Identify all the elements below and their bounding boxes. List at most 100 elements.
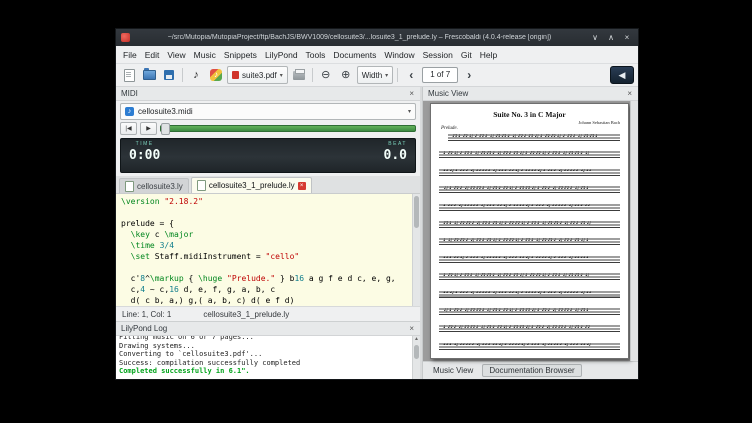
menu-item-git[interactable]: Git: [457, 48, 476, 62]
music-view-panel: Music View × Suite No. 3 in C Major Joha…: [422, 87, 638, 379]
music-system: [439, 238, 620, 245]
minimize-icon[interactable]: ∨: [589, 33, 601, 42]
close-icon[interactable]: ×: [408, 89, 415, 98]
play-button[interactable]: ▶: [140, 122, 157, 135]
music-document-chooser[interactable]: suite3.pdf ▾: [227, 66, 288, 84]
music-bottom-tabs: Music ViewDocumentation Browser: [423, 361, 638, 379]
menu-item-window[interactable]: Window: [380, 48, 418, 62]
code-line: \key c \major: [121, 229, 412, 240]
code-line: prelude = {: [121, 218, 412, 229]
bottom-tab-music-view[interactable]: Music View: [427, 365, 479, 376]
log-output[interactable]: Fitting music on 6 or 7 pages...Drawing …: [116, 336, 412, 379]
score-section-label: Prelude.: [441, 126, 620, 131]
engrave-preview-button[interactable]: ♪: [187, 66, 205, 84]
menu-item-lilypond[interactable]: LilyPond: [261, 48, 302, 62]
chevron-down-icon: ▾: [280, 72, 283, 79]
music-view-header[interactable]: Music View ×: [423, 87, 638, 101]
previous-page-button[interactable]: ‹: [402, 66, 420, 84]
zoom-mode-combo[interactable]: Width ▾: [357, 66, 393, 84]
log-panel-header[interactable]: LilyPond Log ×: [116, 322, 420, 336]
menu-item-help[interactable]: Help: [476, 48, 501, 62]
toolbar-separator: [182, 68, 183, 82]
new-document-icon: [124, 69, 135, 82]
music-view-scrollbar[interactable]: [630, 101, 638, 361]
tab-label: cellosuite3_1_prelude.ly: [209, 181, 295, 190]
open-document-button[interactable]: [140, 66, 158, 84]
code-line: c,4 ~ c,16 d, e, f, g, a, b, c: [121, 284, 412, 295]
close-icon[interactable]: ×: [408, 324, 415, 333]
print-button[interactable]: [290, 66, 308, 84]
page-indicator[interactable]: 1 of 7: [422, 67, 458, 83]
log-line: Drawing systems...: [119, 342, 409, 351]
close-icon[interactable]: ×: [298, 182, 306, 190]
scroll-up-icon[interactable]: ▲: [413, 336, 420, 343]
log-line: Success: compilation successfully comple…: [119, 359, 409, 368]
menubar: FileEditViewMusicSnippetsLilyPondToolsDo…: [116, 46, 638, 64]
new-document-button[interactable]: [120, 66, 138, 84]
scrollbar-thumb[interactable]: [414, 345, 419, 359]
close-icon[interactable]: ×: [621, 33, 633, 42]
music-system: [439, 308, 620, 315]
window-title: ~/src/Mutopia/MutopiaProject/ftp/BachJS/…: [134, 34, 585, 41]
close-icon[interactable]: ×: [626, 89, 633, 98]
rewind-button[interactable]: |◀: [120, 122, 137, 135]
menu-item-session[interactable]: Session: [419, 48, 457, 62]
menu-item-documents[interactable]: Documents: [329, 48, 380, 62]
midi-file-selector[interactable]: ♪ cellosuite3.midi ▾: [120, 103, 416, 120]
music-view-area[interactable]: Suite No. 3 in C Major Johann Sebastian …: [423, 101, 638, 361]
open-folder-icon: [143, 70, 156, 80]
midi-panel-header[interactable]: MIDI ×: [116, 87, 420, 101]
code-line: \set Staff.midiInstrument = "cello": [121, 251, 412, 262]
midi-position-slider[interactable]: [160, 125, 416, 132]
editor-tab[interactable]: cellosuite3.ly: [119, 178, 189, 193]
save-document-button[interactable]: [160, 66, 178, 84]
menu-item-tools[interactable]: Tools: [302, 48, 330, 62]
slider-handle[interactable]: [161, 123, 170, 135]
log-lines: Fitting music on 6 or 7 pages...Drawing …: [119, 336, 409, 376]
save-icon: [164, 70, 174, 80]
staff-container: [439, 132, 620, 353]
code-line: c'8^\markup { \huge "Prelude." } b16 a g…: [121, 273, 412, 284]
menu-item-music[interactable]: Music: [190, 48, 220, 62]
scrollbar-thumb[interactable]: [632, 103, 637, 151]
zoom-in-button[interactable]: ⊕: [337, 66, 355, 84]
back-button[interactable]: ◀: [610, 66, 634, 84]
menu-item-view[interactable]: View: [163, 48, 189, 62]
left-pane: MIDI × ♪ cellosuite3.midi ▾ |◀ ▶: [116, 87, 420, 379]
midi-panel-body: ♪ cellosuite3.midi ▾ |◀ ▶: [116, 101, 420, 176]
toolbar: ♪ ♪ suite3.pdf ▾ ⊖ ⊕ Width ▾ ‹ 1 of 7 › …: [116, 64, 638, 87]
lcd-beat: BEAT 0.0: [384, 141, 407, 171]
scrollbar-thumb[interactable]: [414, 196, 419, 228]
status-filename: cellosuite3_1_prelude.ly: [203, 310, 289, 319]
engrave-publish-button[interactable]: ♪: [207, 66, 225, 84]
menu-item-snippets[interactable]: Snippets: [220, 48, 261, 62]
music-system: [439, 343, 620, 350]
editor-area: \version "2.18.2" prelude = { \key c \ma…: [116, 194, 420, 306]
menu-item-edit[interactable]: Edit: [141, 48, 164, 62]
lcd-beat-value: 0.0: [384, 147, 407, 164]
music-system: [439, 169, 620, 176]
maximize-icon[interactable]: ∧: [605, 33, 617, 42]
tab-label: cellosuite3.ly: [137, 182, 183, 191]
music-system: [439, 273, 620, 280]
printer-icon: [293, 71, 305, 80]
music-system: [439, 325, 620, 332]
score-page[interactable]: Suite No. 3 in C Major Johann Sebastian …: [430, 103, 629, 359]
chooser-label: suite3.pdf: [242, 71, 277, 80]
lilypond-log-panel: LilyPond Log × Fitting music on 6 or 7 p…: [116, 321, 420, 379]
zoom-out-button[interactable]: ⊖: [317, 66, 335, 84]
editor-tab[interactable]: cellosuite3_1_prelude.ly×: [191, 177, 312, 193]
bottom-tab-documentation-browser[interactable]: Documentation Browser: [482, 364, 581, 377]
menu-item-file[interactable]: File: [119, 48, 141, 62]
title-bar[interactable]: ~/src/Mutopia/MutopiaProject/ftp/BachJS/…: [116, 29, 638, 46]
screen-background: ~/src/Mutopia/MutopiaProject/ftp/BachJS/…: [0, 0, 752, 423]
next-page-button[interactable]: ›: [460, 66, 478, 84]
music-system: [439, 256, 620, 263]
lcd-time: TIME 0:00: [129, 141, 160, 171]
document-icon: [197, 180, 206, 191]
code-editor[interactable]: \version "2.18.2" prelude = { \key c \ma…: [116, 194, 412, 306]
code-line: d( c b, a,) g,( a, b, c) d( e f d): [121, 295, 412, 306]
midi-panel-title: MIDI: [121, 89, 408, 98]
log-scrollbar[interactable]: ▲: [412, 336, 420, 379]
editor-scrollbar[interactable]: [412, 194, 420, 306]
